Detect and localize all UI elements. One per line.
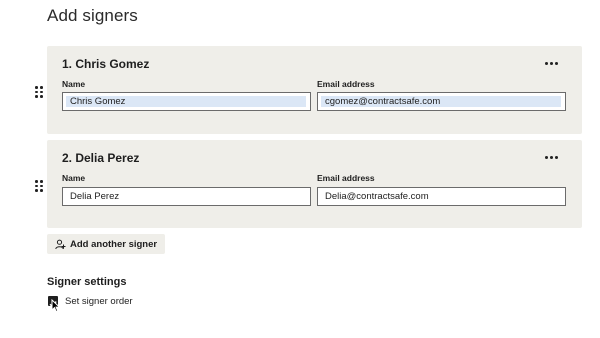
email-label: Email address [317,173,375,183]
mouse-cursor-icon [51,299,61,313]
signer-heading: 1. Chris Gomez [62,57,150,71]
email-field[interactable]: cgomez@contractsafe.com [317,92,566,111]
more-options-icon[interactable] [543,60,560,67]
add-signer-button[interactable]: Add another signer [47,234,166,254]
add-signer-label: Add another signer [70,238,158,250]
add-user-icon [55,239,66,249]
name-label: Name [62,79,86,89]
email-value: cgomez@contractsafe.com [325,96,441,107]
signer-heading: 2. Delia Perez [62,151,140,165]
name-value: Chris Gomez [70,96,126,107]
name-value: Delia Perez [70,191,120,202]
settings-title: Signer settings [47,276,127,288]
name-label: Name [62,173,86,183]
name-field[interactable]: Chris Gomez [62,92,311,111]
email-field[interactable]: Delia@contractsafe.com [317,187,566,206]
more-options-icon[interactable] [543,154,560,161]
page-title: Add signers [47,6,138,25]
signer-card-1: 1. Chris Gomez Name Chris Gomez Email ad… [47,46,582,134]
email-value: Delia@contractsafe.com [325,191,429,202]
email-label: Email address [317,79,375,89]
signer-order-label: Set signer order [65,296,133,307]
signer-card-2: 2. Delia Perez Name Delia Perez Email ad… [47,140,582,228]
name-field[interactable]: Delia Perez [62,187,311,206]
drag-handle-icon[interactable] [35,180,43,192]
drag-handle-icon[interactable] [35,86,43,98]
